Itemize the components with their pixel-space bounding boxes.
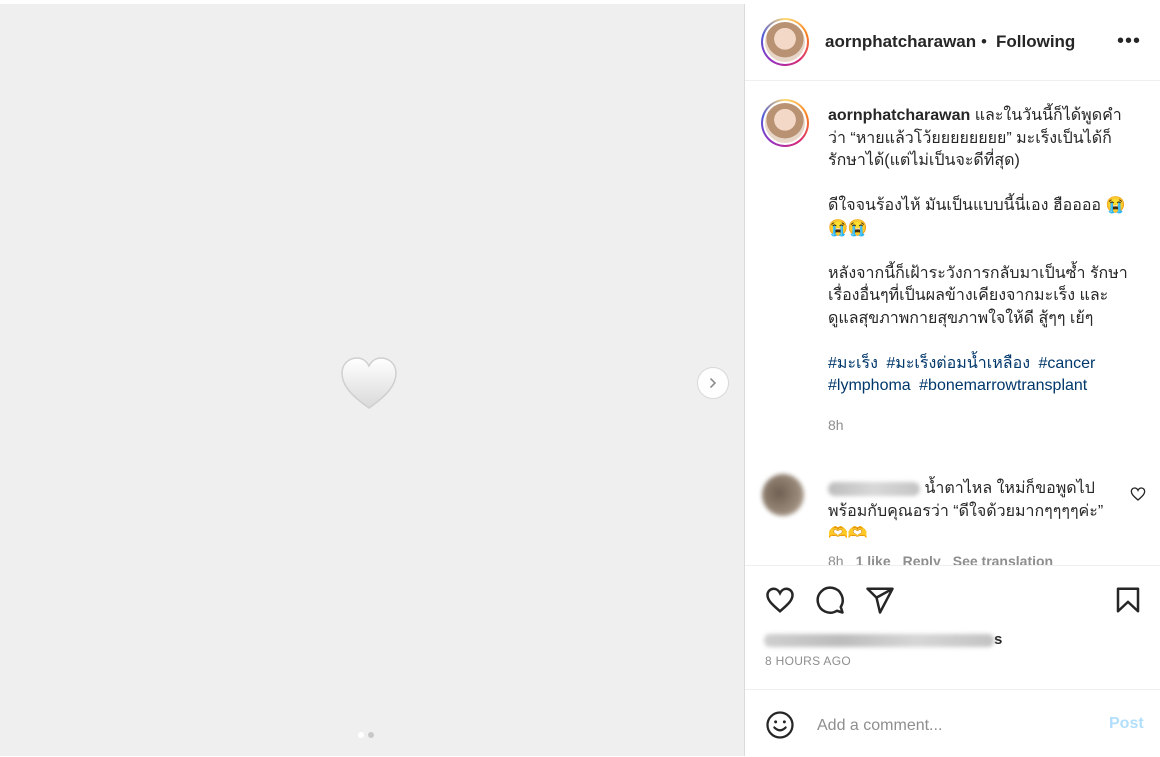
avatar-image — [765, 22, 805, 62]
hashtag-link[interactable]: #cancer — [1038, 355, 1095, 372]
comments-section[interactable]: aornphatcharawan และในวันนี้ก็ได้พูดคำว่… — [745, 81, 1160, 565]
hashtag-link[interactable]: #มะเร็ง — [828, 355, 878, 372]
comment-meta: 8h 1 like Reply See translation — [828, 553, 1053, 565]
add-comment-bar: Post — [745, 689, 1160, 757]
carousel-dots — [358, 732, 374, 738]
hashtag-link[interactable]: #lymphoma — [828, 377, 911, 394]
author-avatar[interactable] — [761, 18, 809, 66]
like-heart-icon[interactable] — [765, 585, 795, 615]
post-side-panel: aornphatcharawan • Following ••• aornpha… — [744, 4, 1160, 756]
next-slide-button[interactable] — [697, 367, 729, 399]
comment-bubble-icon[interactable] — [815, 585, 845, 615]
caption-username[interactable]: aornphatcharawan — [828, 107, 970, 124]
share-paper-plane-icon[interactable] — [865, 585, 895, 615]
caption-line-2: ดีใจจนร้องไห้ มันเป็นแบบนี้นี่เอง ฮืออออ… — [828, 197, 1126, 237]
caption-hashtags: #มะเร็ง #มะเร็งต่อมน้ำเหลือง #cancer #ly… — [828, 353, 1128, 398]
header-separator: • — [981, 32, 987, 51]
post-media[interactable] — [0, 4, 744, 756]
white-heart-emoji — [341, 357, 397, 409]
commenter-username[interactable] — [828, 481, 920, 496]
hashtag-link[interactable]: #bonemarrowtransplant — [919, 377, 1087, 394]
emoji-smiley-icon[interactable] — [765, 710, 795, 740]
chevron-right-icon — [710, 378, 717, 388]
caption-avatar[interactable] — [761, 99, 809, 147]
save-bookmark-icon[interactable] — [1113, 585, 1143, 615]
post-caption: aornphatcharawan และในวันนี้ก็ได้พูดคำว่… — [828, 105, 1128, 437]
avatar-image — [765, 103, 805, 143]
post-actions: s 8 HOURS AGO — [745, 565, 1160, 690]
caption-time[interactable]: 8h — [828, 414, 1128, 437]
see-translation-button[interactable]: See translation — [953, 553, 1053, 565]
more-options-icon[interactable]: ••• — [1117, 31, 1141, 51]
carousel-dot — [368, 732, 374, 738]
reply-button[interactable]: Reply — [903, 553, 941, 565]
following-button[interactable]: Following — [996, 32, 1075, 52]
instagram-post-modal: aornphatcharawan • Following ••• aornpha… — [0, 0, 1160, 756]
commenter-avatar[interactable] — [762, 474, 804, 516]
add-comment-input[interactable] — [815, 712, 1089, 740]
comment-likes[interactable]: 1 like — [856, 553, 891, 565]
author-username[interactable]: aornphatcharawan — [825, 32, 976, 52]
hashtag-link[interactable]: #มะเร็งต่อมน้ำเหลือง — [886, 355, 1030, 372]
post-comment-button[interactable]: Post — [1109, 715, 1144, 733]
comment-time[interactable]: 8h — [828, 553, 844, 565]
liked-by-text[interactable]: s — [764, 631, 1002, 648]
post-timestamp[interactable]: 8 HOURS AGO — [765, 654, 851, 668]
liked-by-users-blurred — [764, 633, 994, 647]
liked-by-suffix: s — [994, 631, 1003, 648]
comment-body: น้ำตาไหล ใหม่ก็ขอพูดไปพร้อมกับคุณอรว่า “… — [828, 478, 1118, 546]
comment-like-heart-icon[interactable] — [1130, 486, 1146, 502]
caption-line-3: หลังจากนี้ก็เฝ้าระวังการกลับมาเป็นซ้ำ รั… — [828, 264, 1128, 327]
carousel-dot-active — [358, 732, 364, 738]
post-header: aornphatcharawan • Following ••• — [745, 4, 1160, 81]
